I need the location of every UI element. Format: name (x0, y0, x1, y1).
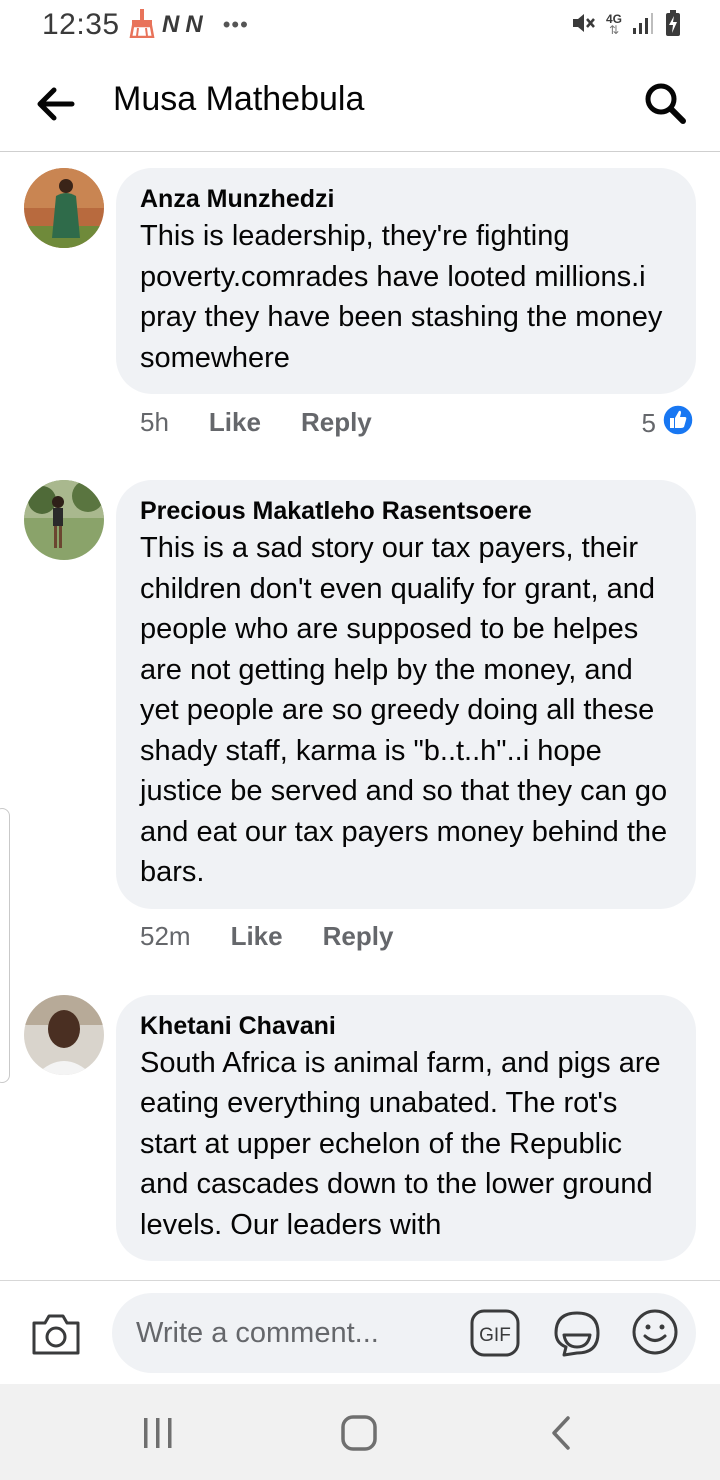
system-nav-bar (0, 1384, 720, 1480)
comment-item: Precious Makatleho Rasentsoere This is a… (0, 450, 720, 965)
network-4g-icon: 4G ⇅ (605, 12, 622, 37)
comment-text: This is leadership, they're fighting pov… (140, 220, 663, 374)
comment-item: Anza Munzhedzi This is leadership, they'… (0, 153, 720, 450)
like-button[interactable]: Like (231, 921, 283, 952)
avatar[interactable] (24, 994, 104, 1075)
comment-input[interactable] (136, 1313, 456, 1353)
like-button[interactable]: Like (209, 407, 261, 438)
comment-actions: 5h Like Reply 5 (116, 394, 696, 450)
avatar[interactable] (24, 168, 104, 248)
like-reaction-icon (662, 404, 694, 443)
comment-time: 5h (140, 406, 169, 437)
camera-icon[interactable] (30, 1311, 82, 1357)
comments-feed[interactable]: Anza Munzhedzi This is leadership, they'… (0, 153, 720, 1280)
search-icon[interactable] (642, 80, 688, 126)
comment-composer: GIF (0, 1280, 720, 1384)
comment-input-box[interactable]: GIF (112, 1293, 696, 1373)
comment-bubble[interactable]: Khetani Chavani South Africa is animal f… (116, 994, 696, 1261)
avatar[interactable] (24, 480, 104, 560)
gif-icon[interactable]: GIF (470, 1309, 520, 1357)
screen-recorder-icon (128, 8, 156, 43)
comment-item: Khetani Chavani South Africa is animal f… (0, 965, 720, 1261)
battery-charging-icon (664, 9, 682, 42)
reply-button[interactable]: Reply (323, 921, 394, 952)
comment-time: 52m (140, 921, 191, 951)
n-notification-icon: N (162, 11, 180, 38)
emoji-icon[interactable] (630, 1307, 680, 1357)
mute-icon (570, 10, 596, 41)
reply-button[interactable]: Reply (301, 407, 372, 438)
reaction-count[interactable]: 5 (642, 404, 694, 443)
home-icon[interactable] (340, 1414, 378, 1452)
page-title: Musa Mathebula (113, 80, 365, 118)
sticker-icon[interactable] (550, 1307, 604, 1359)
side-panel-handle[interactable] (0, 808, 10, 1083)
comment-author[interactable]: Precious Makatleho Rasentsoere (140, 494, 672, 528)
status-time: 12:35 (42, 8, 120, 41)
signal-icon (632, 11, 654, 40)
comment-text: South Africa is animal farm, and pigs ar… (140, 1046, 661, 1241)
more-notifications-icon: ••• (222, 12, 249, 37)
comment-bubble[interactable]: Precious Makatleho Rasentsoere This is a… (116, 480, 696, 909)
comment-author[interactable]: Anza Munzhedzi (140, 182, 672, 216)
comment-actions: 52m Like Reply (116, 909, 696, 965)
app-header: Musa Mathebula (0, 56, 720, 152)
back-arrow-icon[interactable] (34, 84, 78, 124)
svg-text:GIF: GIF (479, 1325, 511, 1346)
status-bar: 12:35 N N ••• 4G ⇅ (0, 0, 720, 50)
comment-bubble[interactable]: Anza Munzhedzi This is leadership, they'… (116, 168, 696, 394)
n-notification-icon-2: N (185, 11, 203, 38)
comment-author[interactable]: Khetani Chavani (140, 1009, 672, 1043)
comment-text: This is a sad story our tax payers, thei… (140, 532, 668, 888)
recent-apps-icon[interactable] (140, 1416, 176, 1450)
nav-back-icon[interactable] (548, 1414, 574, 1452)
